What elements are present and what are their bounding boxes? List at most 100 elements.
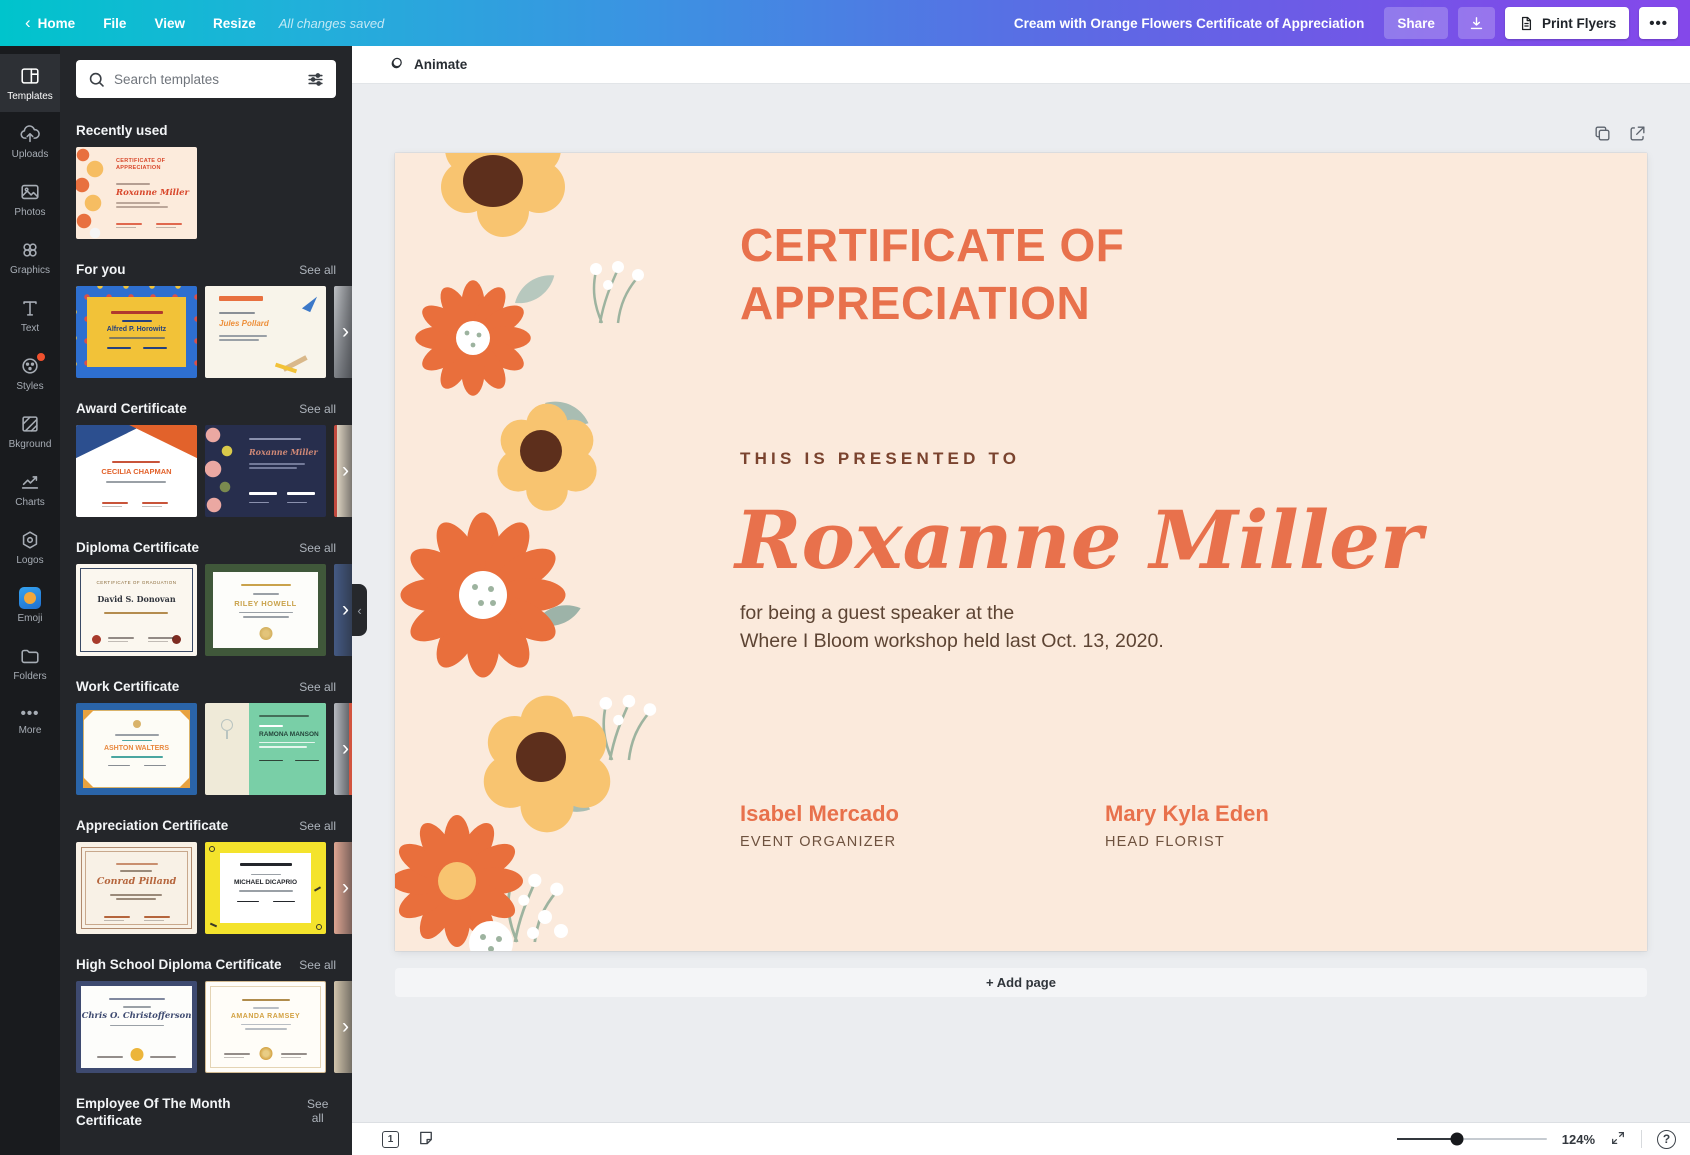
rail-item-logos[interactable]: Logos [0, 518, 60, 576]
rail-item-graphics[interactable]: Graphics [0, 228, 60, 286]
certificate-recipient-name[interactable]: Roxanne Miller [735, 493, 1422, 587]
see-all-link[interactable]: See all [299, 819, 336, 833]
logos-icon [19, 529, 41, 551]
zoom-slider-thumb[interactable] [1450, 1133, 1463, 1146]
download-icon [1468, 15, 1485, 32]
see-all-link[interactable]: See all [299, 402, 336, 416]
duplicate-page-button[interactable] [1593, 124, 1612, 146]
section-work-certificate: Work Certificate See all [76, 678, 352, 795]
template-thumb-triangles[interactable]: CECILIA CHAPMAN [76, 425, 197, 517]
rail-item-uploads[interactable]: Uploads [0, 112, 60, 170]
fullscreen-button[interactable] [1610, 1130, 1626, 1149]
section-title: Award Certificate [76, 400, 187, 417]
page-actions [395, 124, 1647, 146]
share-page-button[interactable] [1628, 124, 1647, 146]
see-all-link[interactable]: See all [299, 958, 336, 972]
certificate-page[interactable]: CERTIFICATE OF APPRECIATION THIS IS PRES… [395, 153, 1647, 951]
see-all-link[interactable]: See all [299, 1097, 336, 1125]
scroll-right-chevron[interactable]: › [342, 459, 349, 483]
rail-item-more[interactable]: ••• More [0, 692, 60, 750]
home-button[interactable]: ‹ Home [12, 8, 88, 39]
download-button[interactable] [1458, 7, 1495, 39]
doodle [209, 846, 215, 852]
certificate-title[interactable]: CERTIFICATE OF APPRECIATION [740, 217, 1210, 333]
resize-menu[interactable]: Resize [200, 8, 269, 39]
zoom-level: 124% [1562, 1132, 1595, 1147]
folders-icon [19, 645, 41, 667]
scroll-right-chevron[interactable]: › [342, 876, 349, 900]
section-title: Employee Of The Month Certificate [76, 1095, 299, 1129]
fullscreen-icon [1610, 1130, 1626, 1146]
view-menu[interactable]: View [141, 8, 198, 39]
pencil-doodle [302, 293, 317, 312]
home-label: Home [38, 16, 76, 31]
more-horizontal-icon: ••• [1649, 16, 1668, 31]
rail-item-background[interactable]: Bkground [0, 402, 60, 460]
rail-item-folders[interactable]: Folders [0, 634, 60, 692]
rail-item-text[interactable]: Text [0, 286, 60, 344]
template-thumb-blue-gold[interactable]: ASHTON WALTERS [76, 703, 197, 795]
section-title: High School Diploma Certificate [76, 956, 282, 973]
template-thumb-school-supplies[interactable]: Jules Pollard [205, 286, 326, 378]
graphics-icon [19, 239, 41, 261]
template-thumb-cream-floral[interactable]: CERTIFICATE OF APPRECIATION Roxanne Mill… [76, 147, 197, 239]
background-icon [19, 413, 41, 435]
emoji-icon [19, 587, 41, 609]
panel-collapse-handle[interactable]: ‹ [352, 584, 367, 636]
styles-notification-dot [37, 353, 45, 361]
template-thumb-green-gold[interactable]: RILEY HOWELL [205, 564, 326, 656]
add-page-button[interactable]: + Add page [395, 968, 1647, 997]
section-employee-of-the-month: Employee Of The Month Certificate See al… [76, 1095, 352, 1129]
search-icon [87, 70, 106, 89]
scroll-right-chevron[interactable]: › [342, 320, 349, 344]
template-thumb-yellow-doodle[interactable]: MICHAEL DICAPRIO [205, 842, 326, 934]
certificate-body-text[interactable]: for being a guest speaker at the Where I… [740, 599, 1164, 656]
zoom-slider[interactable] [1397, 1138, 1547, 1140]
signature-block-right[interactable]: Mary Kyla Eden HEAD FLORIST [1105, 801, 1269, 850]
document-title[interactable]: Cream with Orange Flowers Certificate of… [1014, 16, 1365, 31]
template-thumb-classic-diploma[interactable]: CERTIFICATE OF GRADUATION David S. Donov… [76, 564, 197, 656]
tree-trunk-graphic [226, 731, 228, 739]
flyer-icon [1518, 15, 1535, 32]
autosave-status: All changes saved [279, 16, 385, 31]
rail-item-styles[interactable]: Styles [0, 344, 60, 402]
page-number: 1 [388, 1134, 394, 1145]
share-button[interactable]: Share [1384, 7, 1448, 39]
print-flyers-button[interactable]: Print Flyers [1505, 7, 1629, 39]
help-button[interactable]: ? [1657, 1130, 1676, 1149]
section-recently-used: Recently used CERTIFICATE OF APPRECIATIO… [76, 122, 352, 239]
divider [1641, 1130, 1642, 1148]
section-title: Appreciation Certificate [76, 817, 228, 834]
animate-icon [386, 55, 405, 74]
template-thumb-laurel-gold[interactable]: AMANDA RAMSEY [205, 981, 326, 1073]
scroll-right-chevron[interactable]: › [342, 1015, 349, 1039]
page-list-button[interactable]: 1 [382, 1131, 399, 1148]
rail-item-templates[interactable]: Templates [0, 54, 60, 112]
section-title: Diploma Certificate [76, 539, 199, 556]
template-thumb-teal-split[interactable]: RAMONA MANSON [205, 703, 326, 795]
rail-item-emoji[interactable]: Emoji [0, 576, 60, 634]
template-thumb-dotted-blue[interactable]: Alfred P. Horowitz [76, 286, 197, 378]
signature-block-left[interactable]: Isabel Mercado EVENT ORGANIZER [740, 801, 899, 850]
filter-icon[interactable] [306, 70, 325, 89]
see-all-link[interactable]: See all [299, 680, 336, 694]
search-input[interactable] [114, 72, 298, 87]
see-all-link[interactable]: See all [299, 263, 336, 277]
see-all-link[interactable]: See all [299, 541, 336, 555]
scroll-right-chevron[interactable]: › [342, 737, 349, 761]
rail-item-charts[interactable]: Charts [0, 460, 60, 518]
notes-button[interactable] [417, 1129, 435, 1150]
file-menu[interactable]: File [90, 8, 139, 39]
sidebar-rail: Templates Uploads Photos Graphics Text [0, 46, 60, 1155]
template-thumb-navy-floral[interactable]: Roxanne Miller [205, 425, 326, 517]
scroll-right-chevron[interactable]: › [342, 598, 349, 622]
template-thumb-ornate-cream[interactable]: Conrad Pilland [76, 842, 197, 934]
gold-seal-graphic [259, 627, 272, 640]
text-icon [19, 297, 41, 319]
more-options-button[interactable]: ••• [1639, 7, 1678, 39]
template-thumb-navy-frame[interactable]: Chris O. Christofferson [76, 981, 197, 1073]
section-title: Work Certificate [76, 678, 179, 695]
rail-item-photos[interactable]: Photos [0, 170, 60, 228]
animate-button[interactable]: Animate [386, 55, 467, 74]
certificate-presented-label[interactable]: THIS IS PRESENTED TO [740, 449, 1020, 469]
